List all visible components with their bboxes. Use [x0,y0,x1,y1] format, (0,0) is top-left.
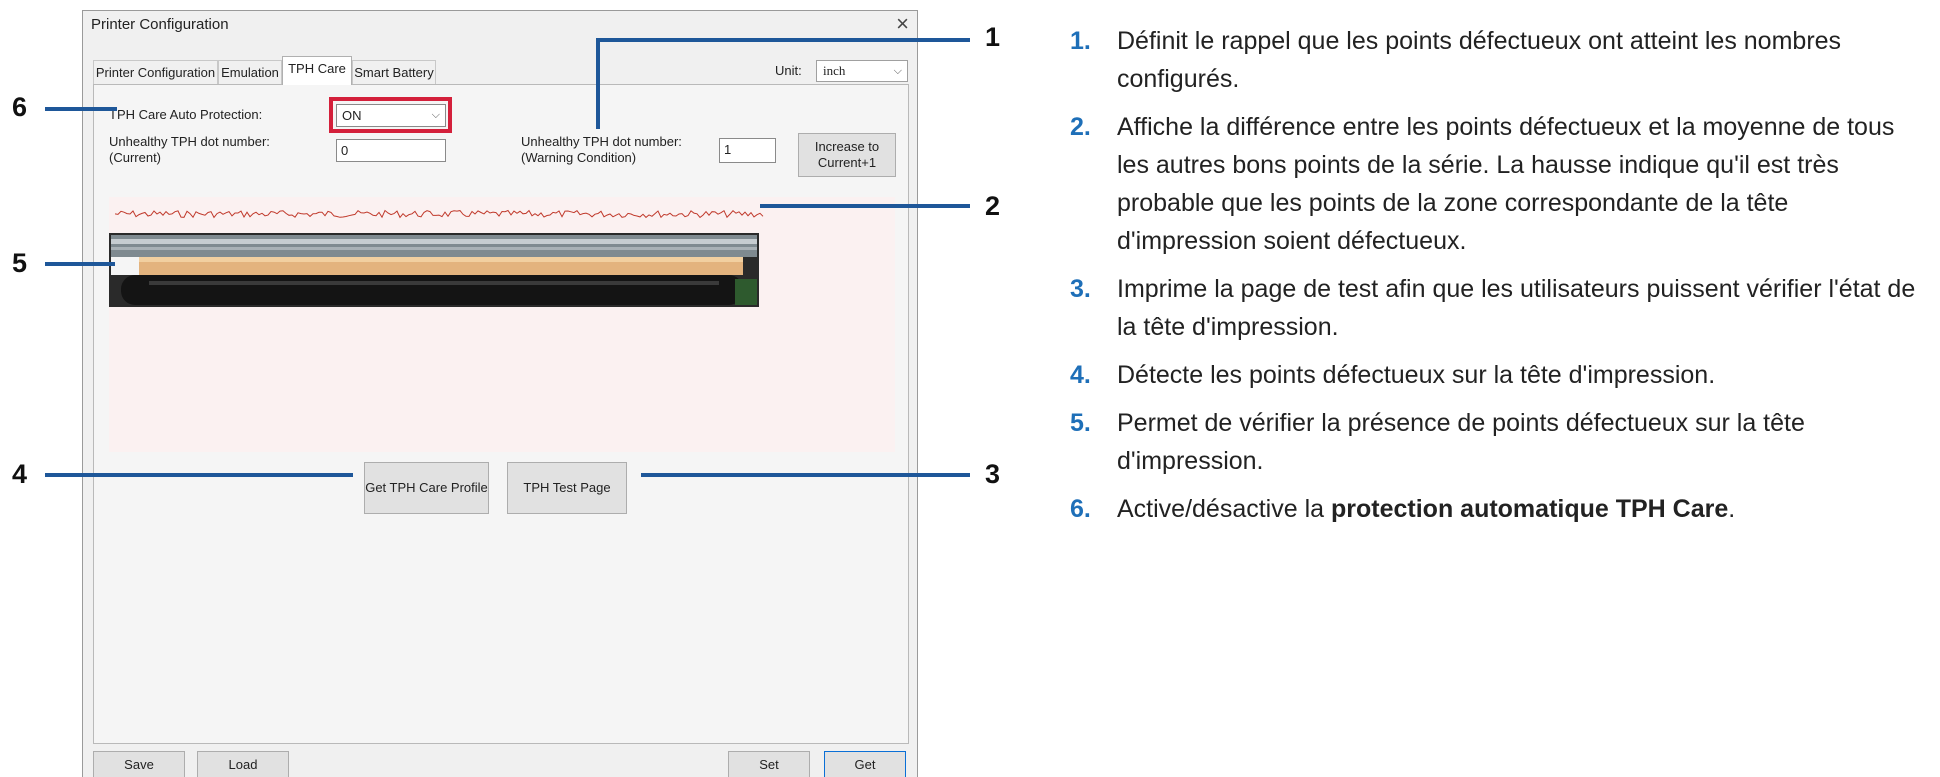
unit-select[interactable]: inch ⌵ [816,60,908,82]
description-item: 3. Imprime la page de test afin que les … [1070,270,1930,346]
description-number: 3. [1070,275,1091,303]
tab-smart-battery[interactable]: Smart Battery [352,60,436,84]
description-item: 2. Affiche la différence entre les point… [1070,108,1930,260]
description-number: 1. [1070,27,1091,55]
callout-line-3 [641,473,970,477]
save-button[interactable]: Save [93,751,185,777]
description-number: 2. [1070,113,1091,141]
protection-label: TPH Care Auto Protection: [109,107,263,122]
description-text: Permet de vérifier la présence de points… [1117,409,1805,475]
callout-line-5 [45,262,115,266]
description-text: Détecte les points défectueux sur la têt… [1117,361,1716,389]
increase-button[interactable]: Increase to Current+1 [798,133,896,177]
warning-dot-label: Unhealthy TPH dot number: (Warning Condi… [521,134,682,166]
current-dot-field[interactable]: 0 [336,139,446,162]
current-dot-label: Unhealthy TPH dot number: (Current) [109,134,270,166]
callout-number-5: 5 [12,248,28,278]
callout-number-6: 6 [12,92,28,122]
callout-line-2 [760,204,970,208]
description-item: 5. Permet de vérifier la présence de poi… [1070,404,1930,480]
unit-value: inch [823,63,846,78]
load-button[interactable]: Load [197,751,289,777]
deviation-line [115,209,764,219]
highlight-box [329,97,452,133]
increase-label-line1: Increase to [814,139,880,154]
tab-printer-configuration[interactable]: Printer Configuration [93,60,218,84]
increase-label-line2: Current+1 [817,155,877,170]
callout-number-3: 3 [985,459,1001,489]
tab-emulation[interactable]: Emulation [218,60,282,84]
description-text: Affiche la différence entre les points d… [1117,113,1895,255]
callout-line-1-vertical [596,38,600,129]
description-item: 1. Définit le rappel que les points défe… [1070,22,1930,98]
chevron-down-icon: ⌵ [893,64,902,77]
warning-dot-label-line1: Unhealthy TPH dot number: [521,134,682,149]
window-title: Printer Configuration [91,16,229,33]
description-text-bold: protection automatique TPH Care [1331,495,1729,523]
tph-test-page-button[interactable]: TPH Test Page [507,462,627,514]
description-text-before: Active/désactive la [1117,495,1331,523]
description-text: Définit le rappel que les points défectu… [1117,27,1842,93]
tph-preview-area [109,197,895,452]
callout-line-4 [45,473,353,477]
get-button[interactable]: Get [824,751,906,777]
description-number: 6. [1070,495,1091,523]
description-list: 1. Définit le rappel que les points défe… [1070,22,1930,538]
dot-deviation-graph [115,209,764,219]
get-tph-care-profile-button[interactable]: Get TPH Care Profile [364,462,489,514]
callout-line-6 [45,107,117,111]
callout-number-2: 2 [985,191,1001,221]
warning-dot-label-line2: (Warning Condition) [521,150,637,165]
description-item: 6. Active/désactive la protection automa… [1070,490,1930,528]
description-number: 5. [1070,409,1091,437]
tab-tph-care[interactable]: TPH Care [282,56,352,85]
description-item: 4. Détecte les points défectueux sur la … [1070,356,1930,394]
printer-config-dialog: Printer Configuration × Printer Configur… [82,10,918,777]
current-dot-label-line2: (Current) [109,150,162,165]
description-text: Imprime la page de test afin que les uti… [1117,275,1916,341]
close-icon[interactable]: × [896,12,909,36]
print-head-image [109,233,759,307]
unit-label: Unit: [775,63,802,78]
current-dot-label-line1: Unhealthy TPH dot number: [109,134,270,149]
tph-care-panel: TPH Care Auto Protection: ON ⌵ Unhealthy… [93,84,909,744]
warning-dot-field[interactable]: 1 [719,138,776,163]
description-number: 4. [1070,361,1091,389]
set-button[interactable]: Set [728,751,810,777]
callout-number-1: 1 [985,22,1001,52]
description-text-after: . [1728,495,1736,523]
callout-line-1-horizontal [596,38,970,42]
callout-number-4: 4 [12,459,28,489]
